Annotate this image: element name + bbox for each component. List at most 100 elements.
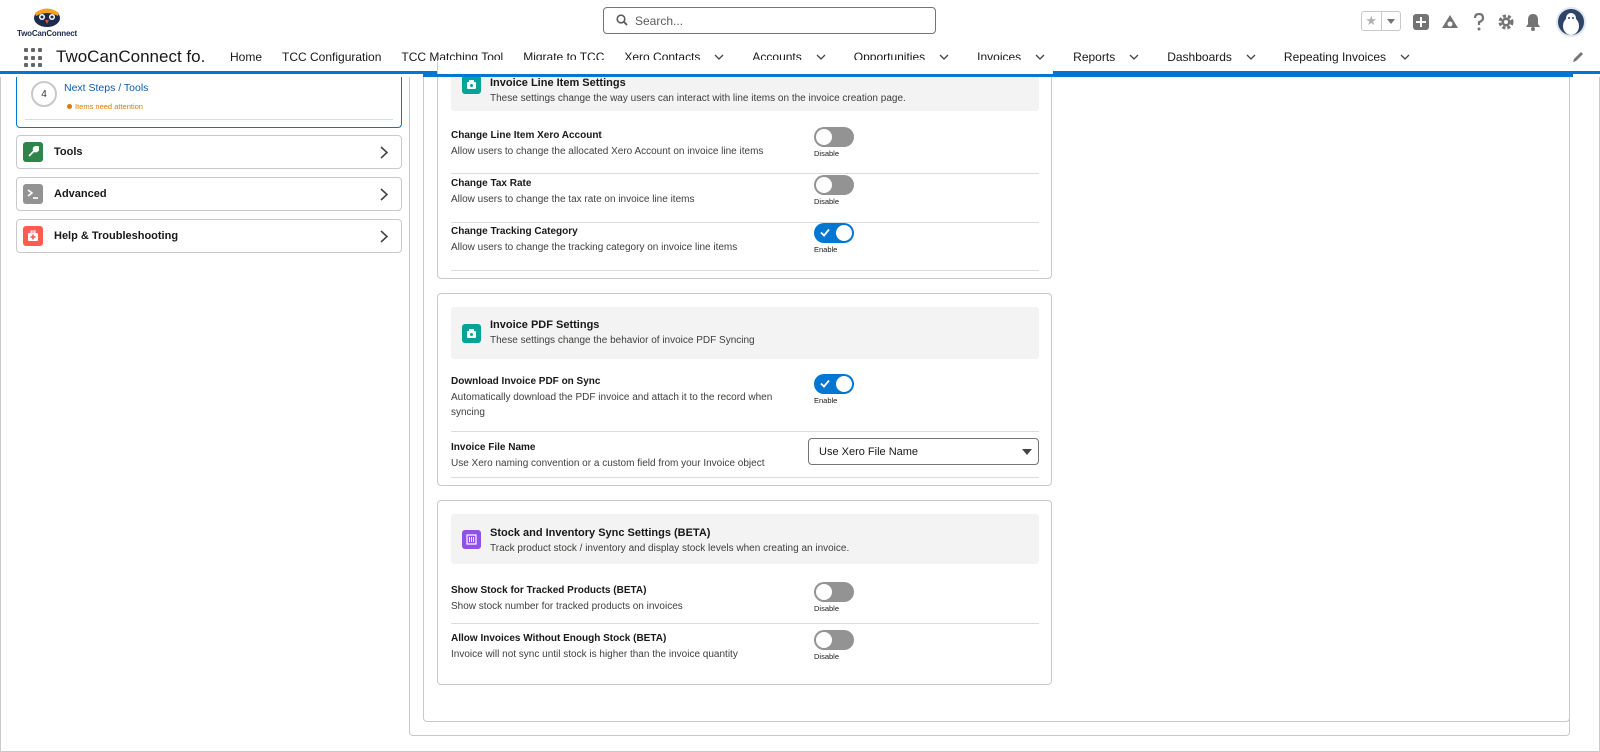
setting-title: Change Tracking Category [451, 226, 578, 237]
chevron-right-icon [380, 146, 389, 164]
toggle-change-tax-rate[interactable] [814, 175, 854, 195]
logo-text: TwoCanConnect [17, 29, 77, 38]
select-arrow-icon [1022, 449, 1032, 455]
notifications-bell-icon[interactable] [1522, 11, 1544, 33]
trailhead-icon[interactable] [1439, 11, 1461, 33]
section-title: Stock and Inventory Sync Settings (BETA) [490, 527, 711, 539]
chevron-right-icon [380, 188, 389, 206]
attention-indicator: Items need attention [67, 102, 143, 111]
setting-description: Allow users to change the tracking categ… [451, 242, 738, 253]
toggle-show-stock[interactable] [814, 582, 854, 602]
setting-title: Change Tax Rate [451, 178, 532, 189]
nav-item-dashboards[interactable]: Dashboards [1157, 44, 1274, 70]
nav-item-home[interactable]: Home [220, 44, 272, 70]
workspace-left-border [0, 77, 1, 752]
toggle-state-label: Enable [814, 245, 838, 254]
app-launcher-icon[interactable] [24, 48, 44, 68]
chevron-right-icon [380, 230, 389, 248]
section-title: Invoice PDF Settings [490, 319, 600, 331]
line-item-settings-card: Invoice Line Item Settings These setting… [437, 60, 1053, 279]
toggle-state-label: Disable [814, 197, 840, 206]
setting-row-change-tax-rate: Change Tax Rate Allow users to change th… [451, 175, 1039, 223]
warning-dot-icon [67, 104, 72, 109]
chevron-down-icon[interactable] [1400, 54, 1410, 60]
setting-row-show-stock: Show Stock for Tracked Products (BETA) S… [451, 582, 1039, 624]
global-header: TwoCanConnect ★ [0, 0, 1600, 44]
invoice-pdf-settings-card: Invoice PDF Settings These settings chan… [437, 293, 1052, 486]
setting-title: Allow Invoices Without Enough Stock (BET… [451, 633, 667, 644]
toggle-state-label: Enable [814, 396, 838, 405]
setting-row-allow-without-stock: Allow Invoices Without Enough Stock (BET… [451, 630, 1039, 674]
invoice-file-name-select[interactable]: Use Xero File Name [808, 438, 1039, 465]
setting-description: Allow users to change the tax rate on in… [451, 194, 695, 205]
app-name: TwoCanConnect fo... [56, 47, 204, 66]
stock-inventory-settings-header: Stock and Inventory Sync Settings (BETA)… [451, 514, 1039, 564]
chevron-down-icon[interactable] [1129, 54, 1139, 60]
help-icon[interactable] [1468, 11, 1490, 33]
toggle-change-xero-account[interactable] [814, 127, 854, 147]
setting-description: Show stock number for tracked products o… [451, 601, 683, 612]
select-value: Use Xero File Name [819, 446, 919, 458]
setup-gear-icon[interactable] [1495, 11, 1517, 33]
nav-item-repeating-invoices[interactable]: Repeating Invoices [1274, 44, 1428, 70]
next-steps-card[interactable]: 4 Next Steps / Tools Items need attentio… [16, 77, 402, 128]
nav-item-label: Dashboards [1167, 50, 1232, 64]
setting-title: Invoice File Name [451, 442, 536, 453]
global-search[interactable] [603, 7, 936, 34]
setting-row-change-xero-account: Change Line Item Xero Account Allow user… [451, 127, 1039, 174]
section-description: These settings change the way users can … [490, 93, 906, 104]
accordion-tools-label: Tools [54, 146, 83, 158]
inventory-icon [462, 530, 481, 549]
toggle-download-pdf[interactable] [814, 374, 854, 394]
attention-text: Items need attention [75, 102, 143, 111]
toggle-change-tracking-category[interactable] [814, 223, 854, 243]
search-icon [616, 14, 628, 26]
stock-inventory-settings-card: Stock and Inventory Sync Settings (BETA)… [437, 500, 1052, 685]
favorites-group[interactable]: ★ [1361, 11, 1401, 31]
section-description: These settings change the behavior of in… [490, 335, 755, 346]
nav-item-tcc-configuration[interactable]: TCC Configuration [272, 44, 391, 70]
nav-underline [423, 74, 1573, 77]
accordion-advanced-label: Advanced [54, 188, 107, 200]
toggle-state-label: Disable [814, 652, 840, 661]
invoice-line-item-icon [462, 75, 481, 94]
section-description: Track product stock / inventory and disp… [490, 543, 850, 554]
setting-row-invoice-file-name: Invoice File Name Use Xero naming conven… [451, 433, 1039, 478]
setting-row-download-pdf: Download Invoice PDF on Sync Automatical… [451, 374, 1039, 432]
user-avatar[interactable] [1556, 7, 1586, 37]
setting-title: Show Stock for Tracked Products (BETA) [451, 585, 647, 596]
setting-description: Use Xero naming convention or a custom f… [451, 458, 765, 469]
nav-item-label: Home [230, 50, 263, 64]
setting-description: Automatically download the PDF invoice a… [451, 392, 773, 418]
step-number-badge: 4 [31, 81, 57, 107]
toggle-state-label: Disable [814, 149, 840, 158]
setting-title: Change Line Item Xero Account [451, 130, 602, 141]
accordion-tools[interactable]: Tools [16, 135, 402, 169]
favorites-star-icon[interactable]: ★ [1362, 12, 1382, 30]
setting-description: Allow users to change the allocated Xero… [451, 146, 764, 157]
invoice-pdf-settings-header: Invoice PDF Settings These settings chan… [451, 307, 1039, 359]
search-input[interactable] [635, 12, 925, 30]
toggle-state-label: Disable [814, 604, 840, 613]
next-steps-link[interactable]: Next Steps / Tools [64, 82, 148, 94]
nav-item-label: TCC Configuration [282, 50, 382, 64]
nav-item-reports[interactable]: Reports [1063, 44, 1157, 70]
accordion-advanced[interactable]: Advanced [16, 177, 402, 211]
section-title: Invoice Line Item Settings [490, 77, 626, 89]
toucan-logo-icon [34, 8, 60, 27]
favorites-dropdown-icon[interactable] [1382, 12, 1401, 30]
first-aid-icon [23, 226, 43, 246]
toggle-allow-without-stock[interactable] [814, 630, 854, 650]
chevron-down-icon[interactable] [1246, 54, 1256, 60]
edit-nav-pencil-icon[interactable] [1572, 50, 1584, 68]
twocanconnect-logo[interactable]: TwoCanConnect [14, 4, 80, 40]
setting-title: Download Invoice PDF on Sync [451, 376, 601, 387]
setting-description: Invoice will not sync until stock is hig… [451, 649, 738, 660]
add-icon[interactable] [1410, 11, 1432, 33]
nav-item-label: Reports [1073, 50, 1116, 64]
accordion-help-troubleshooting[interactable]: Help & Troubleshooting [16, 219, 402, 253]
terminal-icon [23, 184, 43, 204]
check-icon [820, 379, 830, 388]
nav-item-label: Repeating Invoices [1283, 50, 1386, 64]
invoice-pdf-icon [462, 324, 481, 343]
